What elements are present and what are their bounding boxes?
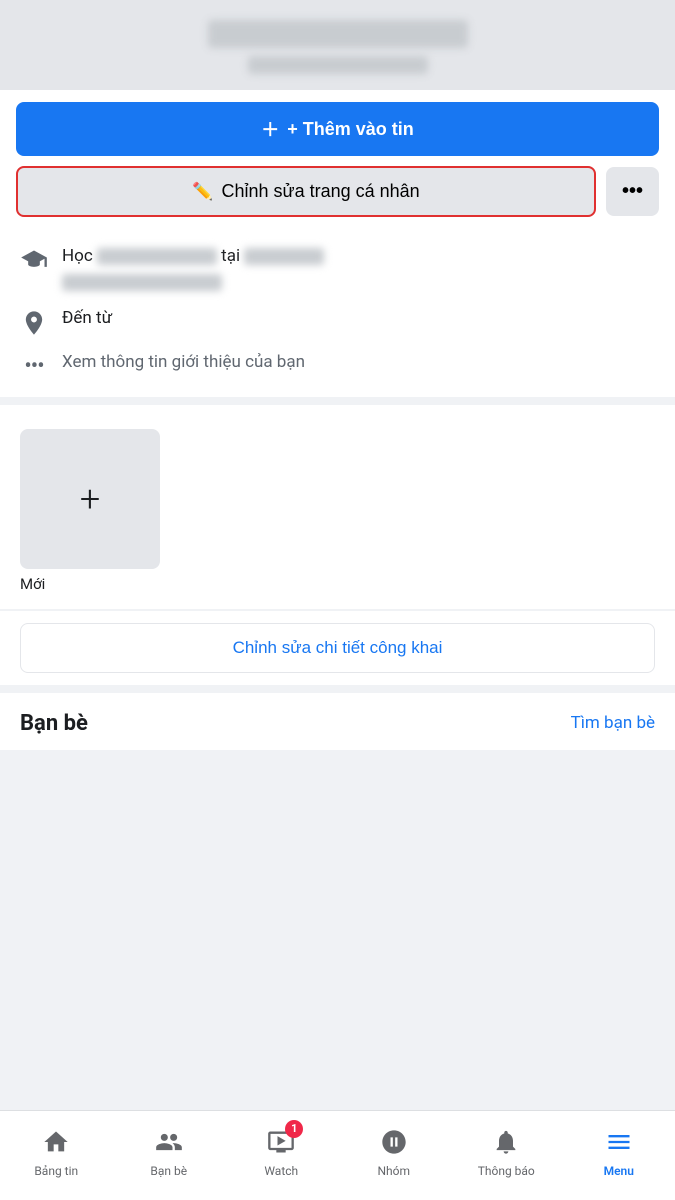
bottom-spacer <box>0 750 675 850</box>
plus-icon: ＋ <box>261 116 279 142</box>
education-row: Học tại <box>20 245 655 293</box>
intro-row[interactable]: ••• Xem thông tin giới thiệu của bạn <box>20 351 655 381</box>
menu-icon-wrap <box>601 1124 637 1160</box>
location-row: Đến từ <box>20 307 655 337</box>
hamburger-icon <box>605 1128 633 1156</box>
nav-label-friends: Bạn bè <box>150 1164 187 1178</box>
nav-label-watch: Watch <box>264 1164 298 1178</box>
location-text: Đến từ <box>62 307 112 331</box>
nav-label-notifications: Thông báo <box>478 1164 535 1178</box>
profile-subtitle-blurred <box>248 56 428 74</box>
find-friends-link[interactable]: Tìm bạn bè <box>571 713 655 733</box>
photos-section: + Mới <box>0 405 675 609</box>
nav-item-notifications[interactable]: Thông báo <box>450 1118 563 1184</box>
nav-item-friends[interactable]: Bạn bè <box>113 1118 226 1184</box>
graduation-icon <box>20 247 48 275</box>
edit-profile-label: Chỉnh sửa trang cá nhân <box>221 181 419 202</box>
groups-icon-wrap <box>376 1124 412 1160</box>
education-text: Học tại <box>62 245 324 293</box>
dots-icon: ••• <box>20 353 48 381</box>
education-detail-blurred <box>62 274 222 291</box>
education-school-blurred <box>97 248 217 265</box>
edit-public-section: Chỉnh sửa chi tiết công khai <box>0 611 675 685</box>
photo-add-item: + Mới <box>20 429 160 593</box>
edit-profile-button[interactable]: ✏️ Chỉnh sửa trang cá nhân <box>16 166 596 217</box>
nav-label-menu: Menu <box>604 1164 634 1178</box>
add-story-button[interactable]: ＋ + Thêm vào tin <box>16 102 659 156</box>
nav-item-groups[interactable]: Nhóm <box>338 1118 451 1184</box>
notifications-icon-wrap <box>488 1124 524 1160</box>
add-story-label: + Thêm vào tin <box>287 119 414 140</box>
nav-item-home[interactable]: Bảng tin <box>0 1118 113 1184</box>
action-buttons-section: ＋ + Thêm vào tin ✏️ Chỉnh sửa trang cá n… <box>0 90 675 229</box>
profile-top <box>0 0 675 90</box>
friends-title: Bạn bè <box>20 711 88 736</box>
edit-public-button[interactable]: Chỉnh sửa chi tiết công khai <box>20 623 655 673</box>
bell-icon <box>492 1128 520 1156</box>
profile-name-blurred <box>208 20 468 48</box>
more-options-button[interactable]: ••• <box>606 167 659 216</box>
new-photo-label: Mới <box>20 575 160 593</box>
friends-section: Bạn bè Tìm bạn bè <box>0 693 675 750</box>
home-icon <box>42 1128 70 1156</box>
location-icon <box>20 309 48 337</box>
friends-icon-wrap <box>151 1124 187 1160</box>
intro-text: Xem thông tin giới thiệu của bạn <box>62 351 305 375</box>
add-photo-button[interactable]: + <box>20 429 160 569</box>
info-section: Học tại Đến từ <box>0 229 675 397</box>
bottom-nav: Bảng tin Bạn bè 1 Watch Nhóm <box>0 1110 675 1200</box>
friends-header: Bạn bè Tìm bạn bè <box>20 711 655 736</box>
edit-public-label: Chỉnh sửa chi tiết công khai <box>233 638 443 657</box>
education-location-blurred <box>244 248 324 265</box>
nav-item-menu[interactable]: Menu <box>563 1118 675 1184</box>
nav-label-home: Bảng tin <box>34 1164 78 1178</box>
watch-icon-wrap: 1 <box>263 1124 299 1160</box>
page-wrapper: ＋ + Thêm vào tin ✏️ Chỉnh sửa trang cá n… <box>0 0 675 1200</box>
friends-icon <box>155 1128 183 1156</box>
pencil-icon: ✏️ <box>192 182 213 202</box>
photo-grid: + Mới <box>20 429 655 593</box>
nav-label-groups: Nhóm <box>377 1164 410 1178</box>
add-photo-icon: + <box>80 478 100 520</box>
ellipsis-icon: ••• <box>622 180 643 203</box>
watch-badge: 1 <box>285 1120 303 1138</box>
edit-profile-row: ✏️ Chỉnh sửa trang cá nhân ••• <box>16 166 659 217</box>
home-icon-wrap <box>38 1124 74 1160</box>
nav-item-watch[interactable]: 1 Watch <box>225 1118 338 1184</box>
groups-icon <box>380 1128 408 1156</box>
